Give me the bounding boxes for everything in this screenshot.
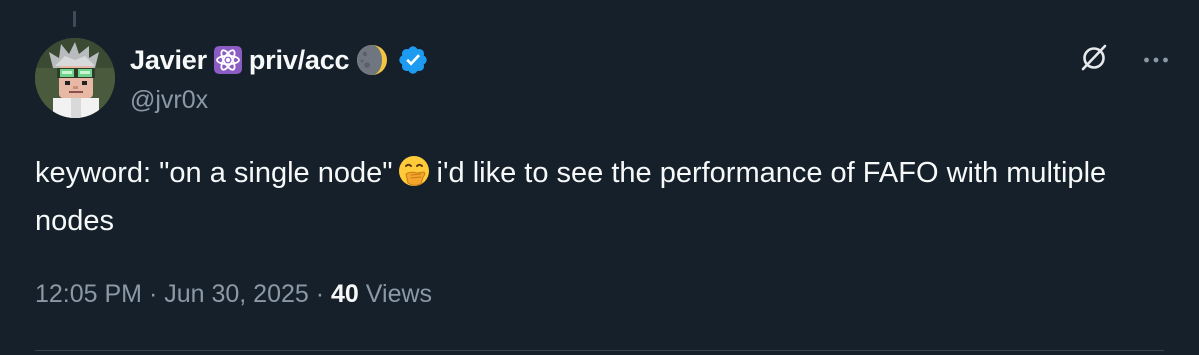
meta-separator: · (308, 280, 332, 308)
author-display-name[interactable]: Javier (130, 45, 207, 76)
author-name-suffix[interactable]: priv/acc (249, 45, 350, 76)
tweet-date[interactable]: Jun 30, 2025 (164, 280, 309, 309)
views-label: Views (365, 280, 433, 308)
tweet-text: keyword: "on a single node" i'd like to … (35, 152, 1155, 242)
atom-emoji-icon (213, 45, 243, 75)
divider (35, 350, 1164, 351)
meta-space (359, 280, 366, 309)
moon-emoji-icon (355, 43, 389, 77)
tweet-top-actions (1079, 42, 1169, 77)
pixel-avatar-icon (35, 38, 115, 118)
face-with-hand-over-mouth-emoji-icon (397, 154, 431, 200)
meta-separator: · (142, 280, 165, 308)
more-options-icon[interactable] (1143, 51, 1169, 69)
tweet-time[interactable]: 12:05 PM (35, 280, 142, 309)
author-handle[interactable]: @jvr0x (130, 86, 208, 115)
tweet-author-header: Javier priv/acc (130, 40, 435, 80)
verified-badge-icon[interactable] (397, 44, 429, 76)
tweet-text-part1: keyword: "on a single node" (35, 157, 393, 189)
thread-connector-line (73, 11, 76, 27)
tweet-meta: 12:05 PM · Jun 30, 2025 · 40 Views (35, 280, 432, 309)
grok-icon[interactable] (1079, 42, 1109, 77)
views-count: 40 (331, 280, 359, 308)
avatar[interactable] (35, 38, 115, 118)
